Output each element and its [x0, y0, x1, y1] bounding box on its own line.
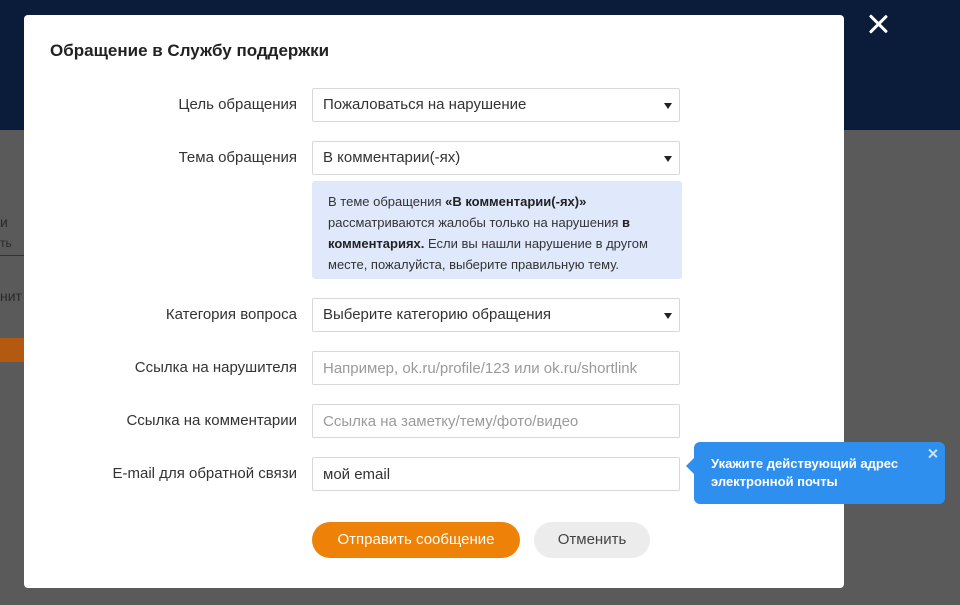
- cancel-button[interactable]: Отменить: [534, 522, 650, 558]
- violator-link-label: Ссылка на нарушителя: [134, 359, 297, 376]
- topic-row: Тема обращения В комментарии(-ях): [24, 141, 844, 175]
- caret-down-icon: [664, 103, 672, 109]
- close-icon[interactable]: [927, 448, 938, 459]
- submit-button[interactable]: Отправить сообщение: [312, 522, 520, 558]
- category-label: Категория вопроса: [165, 306, 297, 323]
- background-text-fragment: и: [0, 214, 8, 230]
- violator-link-row: Ссылка на нарушителя: [24, 351, 844, 385]
- dialog-title: Обращение в Службу поддержки: [50, 41, 330, 60]
- info-text: рассматриваются жалобы только на нарушен…: [328, 215, 623, 230]
- topic-label: Тема обращения: [178, 149, 297, 166]
- category-select[interactable]: Выберите категорию обращения: [312, 298, 680, 332]
- background-divider: [0, 255, 24, 256]
- email-tooltip: Укажите действующий адрес электронной по…: [686, 442, 945, 504]
- category-row: Категория вопроса Выберите категорию обр…: [24, 298, 844, 332]
- purpose-select-value: Пожаловаться на нарушение: [323, 96, 527, 113]
- comments-link-input[interactable]: [312, 404, 680, 438]
- caret-down-icon: [664, 313, 672, 319]
- email-input[interactable]: [312, 457, 680, 491]
- violator-link-input[interactable]: [312, 351, 680, 385]
- tooltip-text: Укажите действующий адрес электронной по…: [711, 456, 899, 489]
- background-text-fragment: ть: [0, 236, 12, 250]
- purpose-label: Цель обращения: [178, 96, 297, 113]
- category-select-value: Выберите категорию обращения: [323, 306, 551, 323]
- purpose-row: Цель обращения Пожаловаться на нарушение: [24, 88, 844, 122]
- email-label: E-mail для обратной связи: [112, 465, 297, 482]
- caret-down-icon: [664, 156, 672, 162]
- background-orange-strip: [0, 338, 24, 362]
- comments-link-label: Ссылка на комментарии: [126, 412, 297, 429]
- info-text-bold: «В комментарии(-ях)»: [445, 194, 587, 209]
- topic-info-box: В теме обращения «В комментарии(-ях)» ра…: [312, 181, 682, 279]
- topic-select-value: В комментарии(-ях): [323, 149, 461, 166]
- background-text-fragment: нит: [0, 288, 22, 304]
- info-text: В теме обращения: [328, 194, 446, 209]
- close-icon[interactable]: [866, 12, 890, 36]
- topic-select[interactable]: В комментарии(-ях): [312, 141, 680, 175]
- comments-link-row: Ссылка на комментарии: [24, 404, 844, 438]
- purpose-select[interactable]: Пожаловаться на нарушение: [312, 88, 680, 122]
